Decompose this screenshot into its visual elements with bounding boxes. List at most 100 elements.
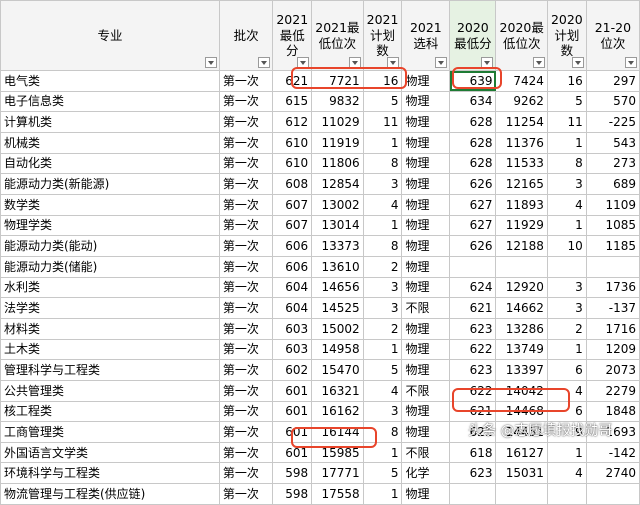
cell-2021-min-rank[interactable]: 17771 xyxy=(311,462,364,485)
filter-dropdown-icon[interactable] xyxy=(625,57,637,68)
cell-2020-min-score[interactable]: 628 xyxy=(449,111,497,133)
cell-2020-min-score[interactable]: 623 xyxy=(449,462,497,485)
cell-2020-plan[interactable]: 2 xyxy=(546,317,587,340)
filter-dropdown-icon[interactable] xyxy=(204,57,217,68)
cell-2021-min-score[interactable]: 604 xyxy=(272,276,313,299)
cell-2021-min-rank[interactable]: 17558 xyxy=(311,483,364,505)
cell-2021-subject[interactable]: 不限 xyxy=(401,297,451,319)
cell-2020-min-score[interactable]: 618 xyxy=(449,441,497,464)
cell-2020-min-rank[interactable]: 12188 xyxy=(495,235,548,257)
cell-2020-min-score[interactable]: 621 xyxy=(449,297,497,319)
cell-2021-subject[interactable]: 物理 xyxy=(401,400,451,423)
cell-2021-min-rank[interactable]: 15002 xyxy=(311,317,364,340)
cell-2020-plan[interactable]: 4 xyxy=(546,193,587,216)
cell-2021-plan[interactable]: 3 xyxy=(362,297,403,319)
cell-2021-min-rank[interactable]: 14656 xyxy=(311,276,364,299)
cell-2021-min-rank[interactable]: 13014 xyxy=(311,214,364,237)
cell-2021-plan[interactable]: 1 xyxy=(362,214,403,237)
cell-batch[interactable]: 第一次 xyxy=(218,276,274,299)
cell-major[interactable]: 物理学类 xyxy=(0,214,220,237)
cell-2021-plan[interactable]: 4 xyxy=(362,193,403,216)
cell-major[interactable]: 机械类 xyxy=(0,131,220,154)
cell-2021-subject[interactable]: 物理 xyxy=(401,255,451,278)
cell-2021-min-rank[interactable]: 15470 xyxy=(311,359,364,381)
cell-rank-diff[interactable]: -142 xyxy=(585,441,640,464)
cell-2021-plan[interactable]: 8 xyxy=(362,152,403,175)
cell-2021-min-score[interactable]: 602 xyxy=(272,359,313,381)
cell-rank-diff[interactable]: 1736 xyxy=(585,276,640,299)
cell-2021-subject[interactable]: 物理 xyxy=(401,359,451,381)
cell-major[interactable]: 法学类 xyxy=(0,297,220,319)
cell-2020-min-rank[interactable]: 11376 xyxy=(495,131,548,154)
cell-2020-plan[interactable]: 10 xyxy=(546,235,587,257)
cell-2021-min-score[interactable]: 603 xyxy=(272,317,313,340)
cell-major[interactable]: 能源动力类(能动) xyxy=(0,235,220,257)
cell-2021-plan[interactable]: 11 xyxy=(362,111,403,133)
cell-2020-min-score[interactable] xyxy=(449,255,497,278)
cell-rank-diff[interactable]: 1185 xyxy=(585,235,640,257)
cell-2020-min-rank[interactable]: 7424 xyxy=(495,70,548,92)
cell-2021-plan[interactable]: 1 xyxy=(362,338,403,361)
cell-2021-subject[interactable]: 物理 xyxy=(401,131,451,154)
cell-2021-subject[interactable]: 物理 xyxy=(401,317,451,340)
cell-major[interactable]: 核工程类 xyxy=(0,400,220,423)
cell-rank-diff[interactable] xyxy=(585,483,640,505)
cell-2020-plan[interactable]: 11 xyxy=(546,111,587,133)
cell-2021-min-rank[interactable]: 11029 xyxy=(311,111,364,133)
cell-2020-min-rank[interactable]: 9262 xyxy=(495,90,548,113)
cell-2021-plan[interactable]: 8 xyxy=(362,235,403,257)
cell-major[interactable]: 能源动力类(新能源) xyxy=(0,173,220,195)
cell-rank-diff[interactable]: -137 xyxy=(585,297,640,319)
filter-dropdown-icon[interactable] xyxy=(532,57,545,68)
cell-2021-subject[interactable]: 化学 xyxy=(401,462,451,485)
cell-major[interactable]: 公共管理类 xyxy=(0,379,220,402)
cell-2020-min-score[interactable]: 624 xyxy=(449,276,497,299)
cell-batch[interactable]: 第一次 xyxy=(218,214,274,237)
cell-2021-subject[interactable]: 物理 xyxy=(401,421,451,443)
cell-2021-min-rank[interactable]: 12854 xyxy=(311,173,364,195)
cell-2021-plan[interactable]: 1 xyxy=(362,483,403,505)
cell-rank-diff[interactable]: 1716 xyxy=(585,317,640,340)
cell-major[interactable]: 能源动力类(储能) xyxy=(0,255,220,278)
cell-2021-plan[interactable]: 4 xyxy=(362,379,403,402)
cell-2020-min-score[interactable]: 628 xyxy=(449,131,497,154)
cell-major[interactable]: 自动化类 xyxy=(0,152,220,175)
cell-2020-min-rank[interactable]: 12920 xyxy=(495,276,548,299)
cell-batch[interactable]: 第一次 xyxy=(218,70,274,92)
cell-2020-min-rank[interactable]: 11929 xyxy=(495,214,548,237)
cell-batch[interactable]: 第一次 xyxy=(218,152,274,175)
cell-2021-plan[interactable]: 2 xyxy=(362,317,403,340)
cell-2020-plan[interactable] xyxy=(546,255,587,278)
cell-2020-plan[interactable]: 6 xyxy=(546,359,587,381)
cell-2020-min-score[interactable]: 623 xyxy=(449,317,497,340)
cell-2020-plan[interactable]: 1 xyxy=(546,338,587,361)
cell-2020-min-rank[interactable]: 11254 xyxy=(495,111,548,133)
filter-dropdown-icon[interactable] xyxy=(258,57,271,68)
cell-2021-min-score[interactable]: 610 xyxy=(272,131,313,154)
cell-2021-subject[interactable]: 物理 xyxy=(401,173,451,195)
cell-2021-min-rank[interactable]: 9832 xyxy=(311,90,364,113)
cell-rank-diff[interactable]: 2740 xyxy=(585,462,640,485)
cell-2020-plan[interactable]: 3 xyxy=(546,297,587,319)
cell-2020-min-rank[interactable]: 15031 xyxy=(495,462,548,485)
cell-rank-diff[interactable]: 1209 xyxy=(585,338,640,361)
cell-rank-diff[interactable]: 543 xyxy=(585,131,640,154)
cell-rank-diff[interactable]: 297 xyxy=(585,70,640,92)
cell-batch[interactable]: 第一次 xyxy=(218,421,274,443)
cell-batch[interactable]: 第一次 xyxy=(218,111,274,133)
cell-rank-diff[interactable]: 570 xyxy=(585,90,640,113)
cell-batch[interactable]: 第一次 xyxy=(218,400,274,423)
cell-batch[interactable]: 第一次 xyxy=(218,131,274,154)
cell-2020-min-rank[interactable]: 11533 xyxy=(495,152,548,175)
cell-rank-diff[interactable]: 273 xyxy=(585,152,640,175)
cell-2021-plan[interactable]: 5 xyxy=(362,90,403,113)
cell-2021-plan[interactable]: 5 xyxy=(362,462,403,485)
cell-2020-plan[interactable]: 4 xyxy=(546,462,587,485)
cell-2021-min-rank[interactable]: 11919 xyxy=(311,131,364,154)
cell-batch[interactable]: 第一次 xyxy=(218,462,274,485)
cell-rank-diff[interactable]: 689 xyxy=(585,173,640,195)
cell-major[interactable]: 物流管理与工程类(供应链) xyxy=(0,483,220,505)
cell-2020-plan[interactable]: 8 xyxy=(546,152,587,175)
cell-2021-subject[interactable]: 物理 xyxy=(401,111,451,133)
cell-2020-min-rank[interactable]: 12165 xyxy=(495,173,548,195)
